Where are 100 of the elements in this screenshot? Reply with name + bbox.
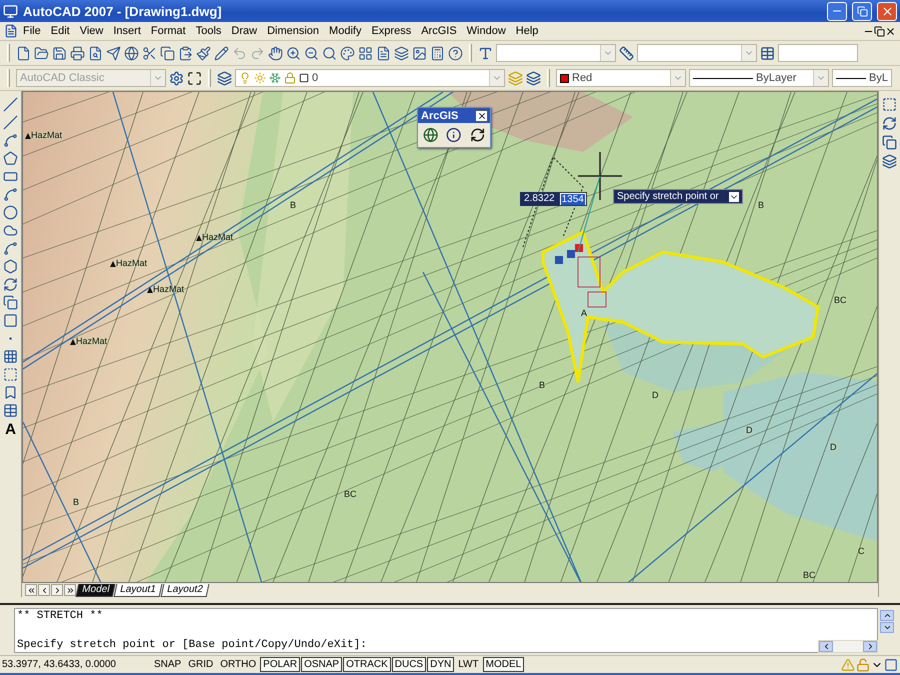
menu-item[interactable]: File bbox=[18, 25, 46, 37]
layers-icon[interactable] bbox=[394, 46, 409, 60]
pencil-icon[interactable] bbox=[214, 46, 229, 60]
globe-icon[interactable] bbox=[423, 127, 438, 143]
status-toggle[interactable]: LWT bbox=[455, 657, 482, 672]
status-toggle[interactable]: SNAP bbox=[151, 657, 184, 672]
first-tab-button[interactable] bbox=[25, 584, 37, 596]
table-icon[interactable] bbox=[3, 403, 18, 418]
document-magnifier-icon[interactable] bbox=[88, 46, 103, 60]
help-icon[interactable] bbox=[448, 46, 463, 60]
text-style-icon[interactable] bbox=[478, 46, 493, 60]
maximize-icon[interactable] bbox=[187, 70, 202, 86]
layout-tab[interactable]: Model bbox=[76, 584, 116, 597]
angle-input[interactable]: 1354 bbox=[558, 192, 587, 206]
brush-icon[interactable] bbox=[196, 46, 211, 60]
restore-icon[interactable] bbox=[874, 26, 885, 36]
scissors-icon[interactable] bbox=[142, 46, 157, 60]
menu-item[interactable]: Edit bbox=[46, 25, 75, 37]
window-title: AutoCAD 2007 - [Drawing1.dwg] bbox=[23, 4, 223, 18]
hand-icon[interactable] bbox=[268, 46, 283, 60]
status-toggle[interactable]: DUCS bbox=[392, 657, 426, 672]
polyline-icon[interactable] bbox=[3, 133, 18, 148]
layout-tab[interactable]: Layout2 bbox=[160, 584, 209, 597]
spline-icon[interactable] bbox=[3, 241, 18, 256]
document-icon[interactable] bbox=[4, 24, 18, 38]
copy-icon[interactable] bbox=[160, 46, 175, 60]
palette-icon[interactable] bbox=[340, 46, 355, 60]
menu-item[interactable]: Modify bbox=[324, 25, 366, 37]
paste-icon[interactable] bbox=[178, 46, 193, 60]
rectangle-icon[interactable] bbox=[3, 169, 18, 184]
menu-item[interactable]: Tools bbox=[190, 25, 226, 37]
new-file-icon[interactable] bbox=[16, 46, 31, 60]
stack-icon[interactable] bbox=[882, 154, 897, 169]
rotate-icon[interactable] bbox=[882, 116, 897, 131]
status-toggle[interactable]: ORTHO bbox=[217, 657, 260, 672]
menu-item[interactable]: Dimension bbox=[262, 25, 324, 37]
close-button[interactable] bbox=[475, 110, 488, 122]
distance-input[interactable]: 2.8322 bbox=[520, 192, 559, 206]
color-dropdown[interactable]: Red bbox=[556, 69, 686, 87]
layers-icon[interactable] bbox=[217, 70, 232, 86]
document-icon[interactable] bbox=[376, 46, 391, 60]
status-toggle[interactable]: OTRACK bbox=[343, 657, 391, 672]
next-tab-button[interactable] bbox=[51, 584, 63, 596]
image-icon[interactable] bbox=[412, 46, 427, 60]
menu-item[interactable]: Format bbox=[146, 25, 191, 37]
last-tab-button[interactable] bbox=[64, 584, 76, 596]
menu-item[interactable]: ArcGIS bbox=[416, 25, 462, 37]
menu-item[interactable]: Insert bbox=[108, 25, 146, 37]
refresh-icon[interactable] bbox=[470, 127, 485, 143]
construction-line-icon[interactable] bbox=[3, 115, 18, 130]
menu-item[interactable]: Window bbox=[462, 25, 511, 37]
arc-icon[interactable] bbox=[3, 187, 18, 202]
scroll-up-button[interactable] bbox=[880, 610, 894, 621]
layout-tab[interactable]: Layout1 bbox=[114, 584, 162, 597]
polygon-icon[interactable] bbox=[3, 151, 18, 166]
menu-item[interactable]: View bbox=[74, 25, 108, 37]
dropdown-icon[interactable] bbox=[728, 192, 739, 202]
status-toggle[interactable]: GRID bbox=[185, 657, 216, 672]
info-icon[interactable] bbox=[446, 127, 462, 143]
table-style-icon[interactable] bbox=[760, 46, 775, 60]
status-toggle[interactable]: DYN bbox=[427, 657, 454, 672]
folder-icon[interactable] bbox=[34, 46, 49, 60]
send-icon[interactable] bbox=[106, 46, 121, 60]
zoom-in-icon[interactable] bbox=[286, 46, 301, 60]
menu-item[interactable]: Express bbox=[366, 25, 416, 37]
copy-icon[interactable] bbox=[882, 135, 897, 150]
grid-icon[interactable] bbox=[358, 46, 373, 60]
menu-item[interactable]: Draw bbox=[226, 25, 262, 37]
layer-dropdown[interactable]: 0 bbox=[235, 69, 505, 87]
scroll-left-button[interactable] bbox=[819, 641, 833, 652]
status-toggle[interactable]: POLAR bbox=[260, 657, 300, 672]
gear-icon[interactable] bbox=[169, 70, 184, 86]
map-label: HazMat bbox=[31, 130, 62, 140]
calculator-icon[interactable] bbox=[430, 46, 445, 60]
scroll-down-button[interactable] bbox=[880, 622, 894, 633]
status-toggle[interactable]: OSNAP bbox=[301, 657, 342, 672]
status-toggle[interactable]: MODEL bbox=[482, 657, 524, 672]
previous-tab-button[interactable] bbox=[38, 584, 50, 596]
search-icon[interactable] bbox=[322, 46, 337, 60]
horizontal-scrollbar[interactable] bbox=[818, 640, 878, 653]
hatch-icon[interactable] bbox=[3, 349, 18, 364]
command-window[interactable]: ** STRETCH ** Specify stretch point or [Base point/Copy/Undo/eXit]: bbox=[14, 608, 878, 653]
square-icon[interactable] bbox=[884, 658, 898, 672]
menu-item[interactable]: Help bbox=[510, 25, 544, 37]
layers-icon[interactable] bbox=[526, 70, 541, 86]
cloud-icon[interactable] bbox=[3, 223, 18, 238]
printer-icon[interactable] bbox=[70, 46, 85, 60]
save-icon[interactable] bbox=[52, 46, 67, 60]
minimize-button[interactable] bbox=[827, 2, 847, 20]
close-icon[interactable] bbox=[885, 26, 896, 36]
linetype-dropdown[interactable]: ByLayer bbox=[689, 69, 829, 87]
lineweight-dropdown[interactable]: ByL bbox=[832, 69, 892, 87]
line-icon[interactable] bbox=[3, 97, 18, 112]
restore-button[interactable] bbox=[852, 2, 872, 20]
scroll-right-button[interactable] bbox=[863, 641, 877, 652]
text-tool[interactable]: A bbox=[5, 421, 16, 438]
globe-icon[interactable] bbox=[124, 46, 139, 60]
dimension-style-icon[interactable] bbox=[619, 46, 634, 60]
circle-icon[interactable] bbox=[3, 205, 18, 220]
zoom-out-icon[interactable] bbox=[304, 46, 319, 60]
